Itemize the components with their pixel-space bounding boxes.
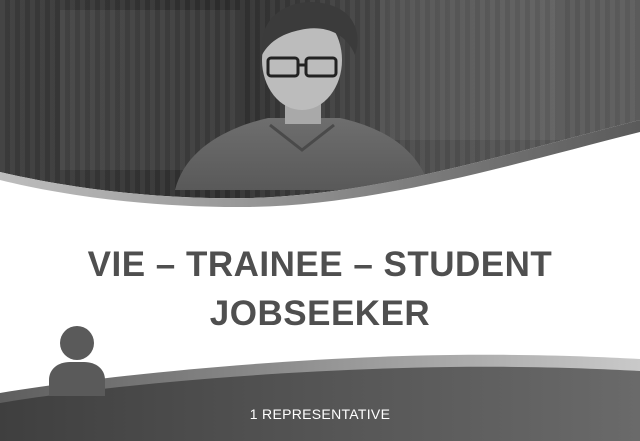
hero-photo: [0, 0, 640, 208]
representatives-count: 1 REPRESENTATIVE: [249, 406, 391, 422]
category-card[interactable]: VIE – TRAINEE – STUDENT JOBSEEKER 1 REPR…: [0, 0, 640, 441]
title-line-1: VIE – TRAINEE – STUDENT: [87, 245, 553, 284]
person-icon: [49, 326, 105, 396]
